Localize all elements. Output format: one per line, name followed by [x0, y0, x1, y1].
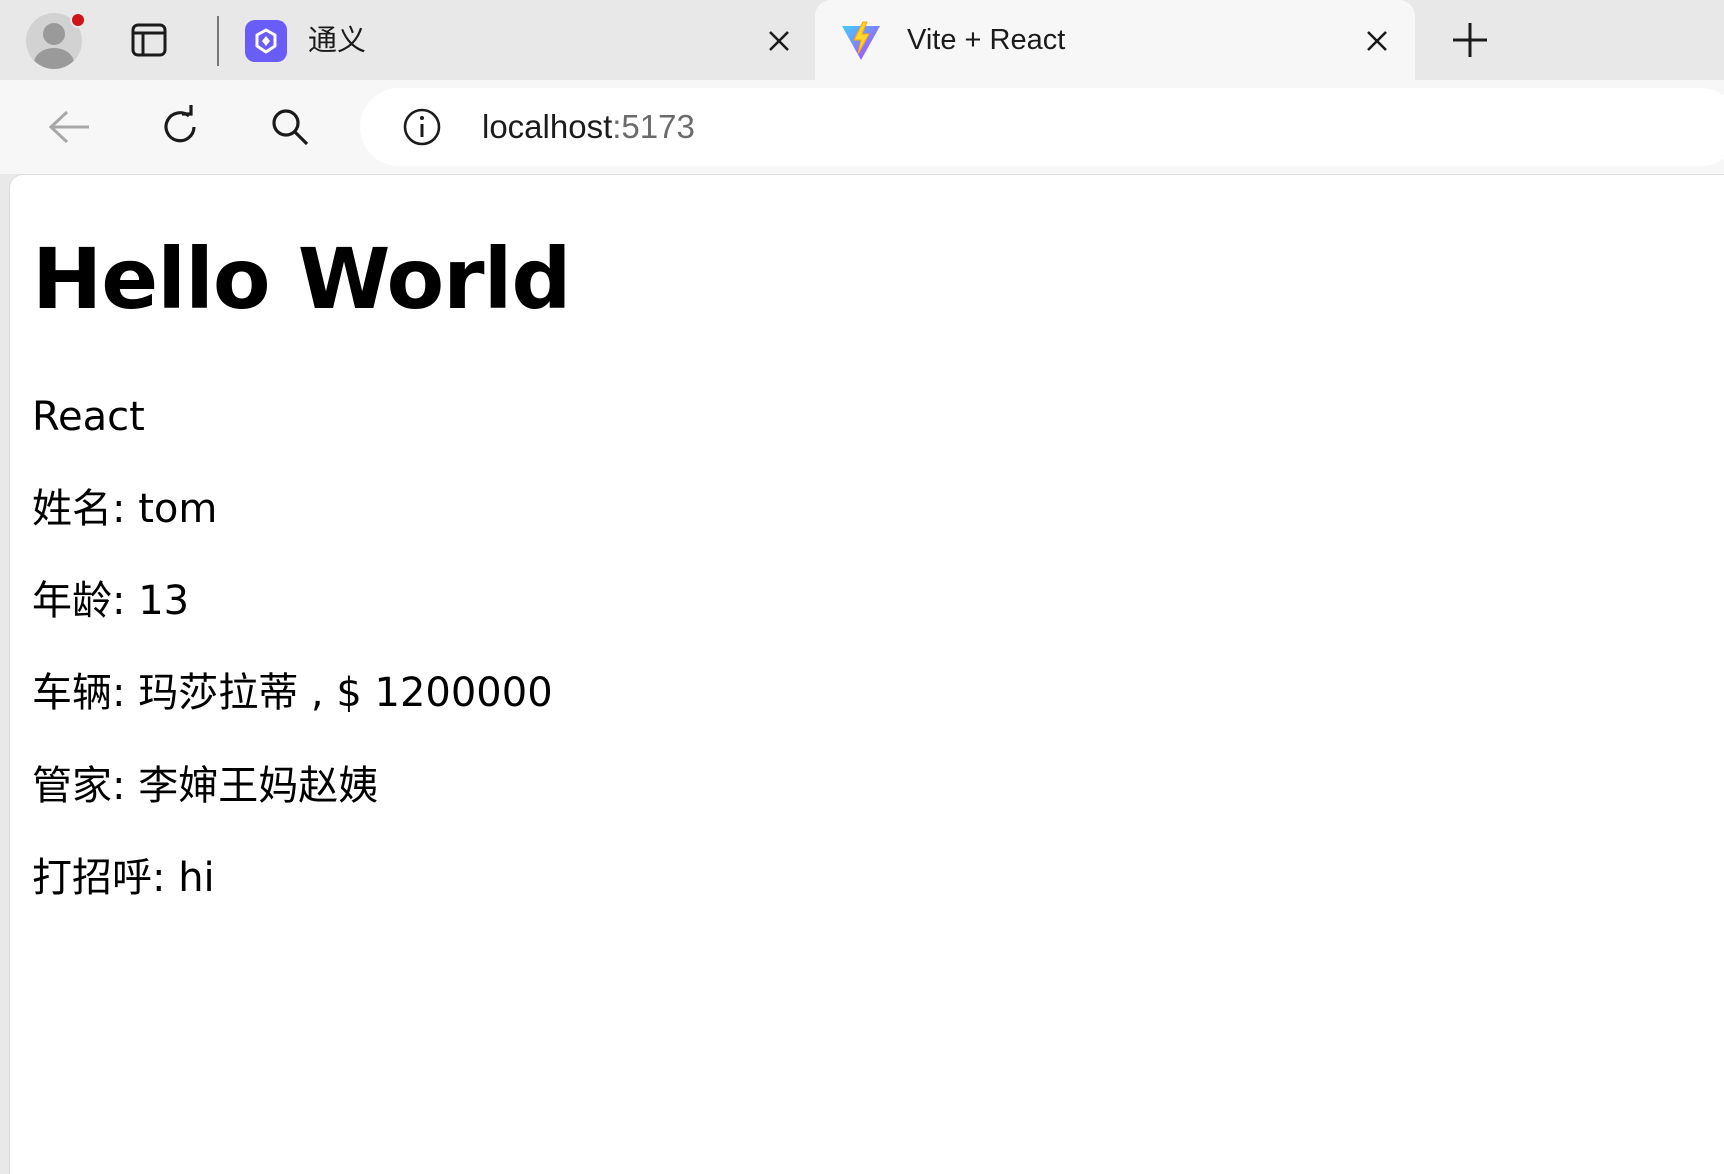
close-tab-icon[interactable] — [762, 24, 796, 58]
address-bar[interactable]: localhost:5173 — [360, 88, 1724, 166]
close-tab-icon[interactable] — [1360, 24, 1394, 58]
vite-logo-icon — [840, 20, 882, 62]
page-heading: Hello World — [32, 230, 572, 328]
tab-vite-react[interactable]: Vite + React — [815, 0, 1415, 80]
text-line-car: 车辆: 玛莎拉蒂 , $ 1200000 — [32, 670, 553, 716]
tab-tongyi[interactable]: 通义 — [228, 0, 814, 80]
browser-toolbar: localhost:5173 — [0, 80, 1724, 174]
tab-title: Vite + React — [907, 24, 1066, 56]
text-line-age: 年龄: 13 — [32, 578, 190, 624]
page-viewport: Hello World React 姓名: tom 年龄: 13 车辆: 玛莎拉… — [9, 174, 1724, 1174]
profile-notification-badge — [70, 12, 86, 28]
new-tab-plus-icon[interactable] — [1448, 18, 1492, 62]
url-port: :5173 — [612, 108, 695, 145]
tab-title: 通义 — [308, 23, 367, 57]
tab-actions-icon[interactable] — [130, 22, 168, 58]
reload-icon[interactable] — [155, 102, 205, 152]
url-host: localhost — [482, 108, 613, 145]
text-line-react: React — [32, 394, 145, 440]
address-url[interactable]: localhost:5173 — [482, 106, 695, 148]
site-info-icon[interactable] — [402, 107, 442, 147]
text-line-greeting: 打招呼: hi — [32, 855, 215, 901]
tab-strip: 通义 Vite + React — [0, 0, 1724, 80]
search-icon[interactable] — [265, 102, 315, 152]
tongyi-logo-icon — [245, 20, 287, 62]
tab-separator — [217, 16, 219, 66]
text-line-housekeepers: 管家: 李婶王妈赵姨 — [32, 763, 379, 809]
back-arrow-icon[interactable] — [44, 102, 94, 152]
text-line-name: 姓名: tom — [32, 486, 218, 532]
